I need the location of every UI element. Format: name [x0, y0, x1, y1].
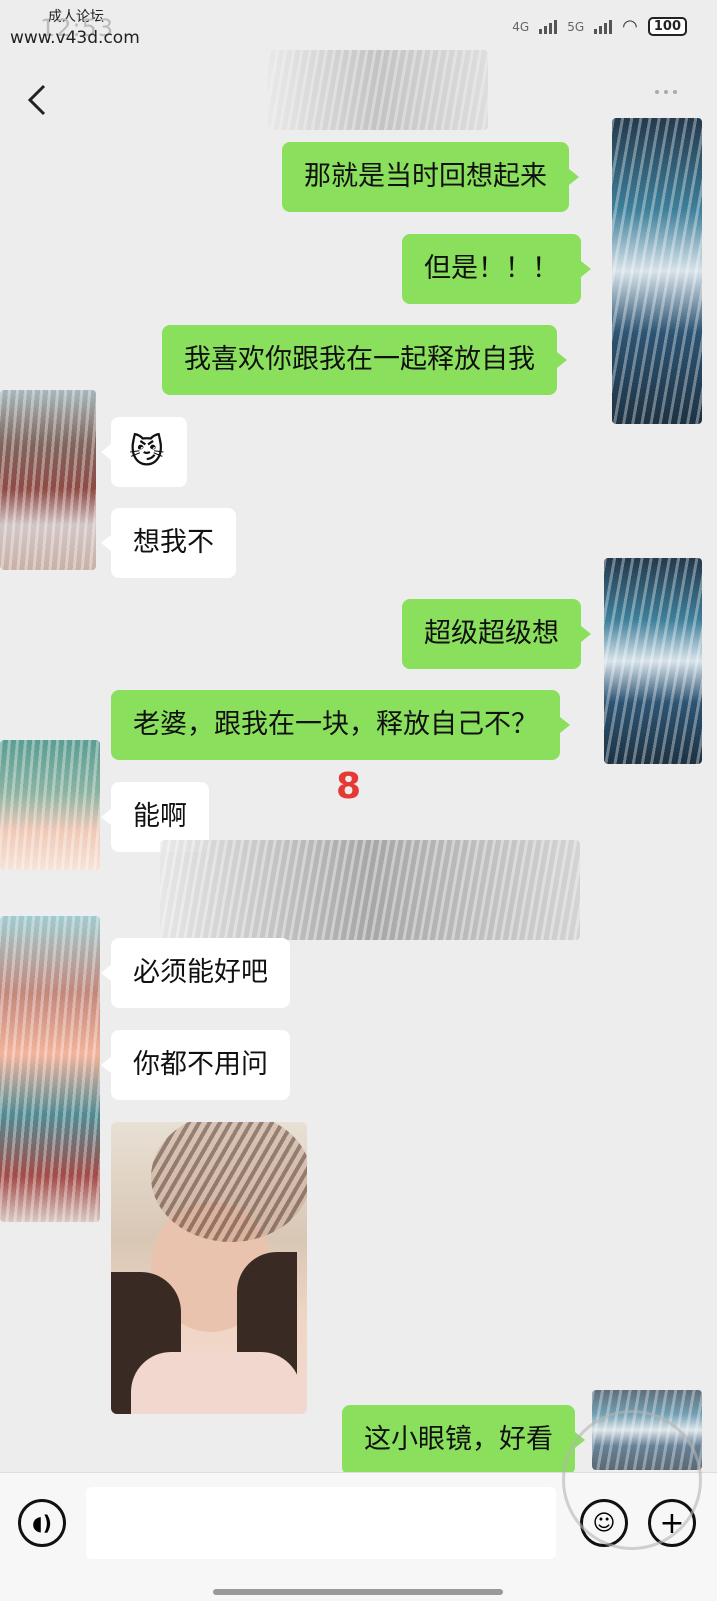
- message-bubble-outgoing[interactable]: 但是！！！: [402, 234, 591, 304]
- net-4g-label: 4G: [512, 19, 530, 34]
- message-bubble-incoming[interactable]: 必须能好吧: [101, 938, 290, 1008]
- message-bubble-outgoing[interactable]: 我喜欢你跟我在一起释放自我: [162, 325, 567, 395]
- message-bubble-outgoing[interactable]: 老婆，跟我在一块，释放自己不？: [111, 690, 570, 760]
- chat-header: [0, 50, 717, 140]
- voice-icon: ◖): [32, 1511, 52, 1535]
- contact-avatar-redacted: [0, 916, 100, 1222]
- site-url-watermark: www.v43d.com: [10, 28, 140, 48]
- message-bubble-incoming[interactable]: 你都不用问: [101, 1030, 290, 1100]
- wifi-icon: ◠: [622, 16, 638, 37]
- contact-avatar-redacted: [0, 740, 100, 870]
- cat-emoji-icon: 😼: [129, 432, 165, 472]
- contact-avatar-redacted: [0, 390, 96, 570]
- message-input[interactable]: [86, 1487, 556, 1559]
- my-avatar-redacted: [604, 558, 702, 764]
- photo-message[interactable]: [111, 1122, 307, 1414]
- overlay-number-8: 8: [336, 766, 362, 807]
- message-bubble-outgoing[interactable]: 这小眼镜，好看: [342, 1405, 585, 1475]
- signal-icon: [539, 19, 558, 34]
- message-bubble-outgoing[interactable]: 那就是当时回想起来: [282, 142, 579, 212]
- redacted-content: [160, 840, 580, 940]
- battery-indicator: 100: [647, 17, 687, 36]
- my-avatar-redacted: [612, 118, 702, 424]
- more-dots-icon[interactable]: [655, 90, 677, 94]
- message-bubble-outgoing[interactable]: 超级超级想: [402, 599, 591, 669]
- redacted-name: [268, 50, 488, 130]
- message-bubble-incoming[interactable]: 想我不: [101, 508, 236, 578]
- home-indicator: [213, 1589, 503, 1595]
- status-icons: 4G 5G ◠ 100: [512, 16, 687, 37]
- chevron-left-icon: [27, 84, 46, 116]
- watermark-seal: [562, 1410, 702, 1550]
- voice-button[interactable]: ◖): [18, 1499, 66, 1547]
- back-button[interactable]: [20, 78, 60, 122]
- message-bubble-incoming-emoji[interactable]: 😼: [101, 417, 187, 487]
- signal-icon: [594, 19, 613, 34]
- net-5g-label: 5G: [567, 19, 585, 34]
